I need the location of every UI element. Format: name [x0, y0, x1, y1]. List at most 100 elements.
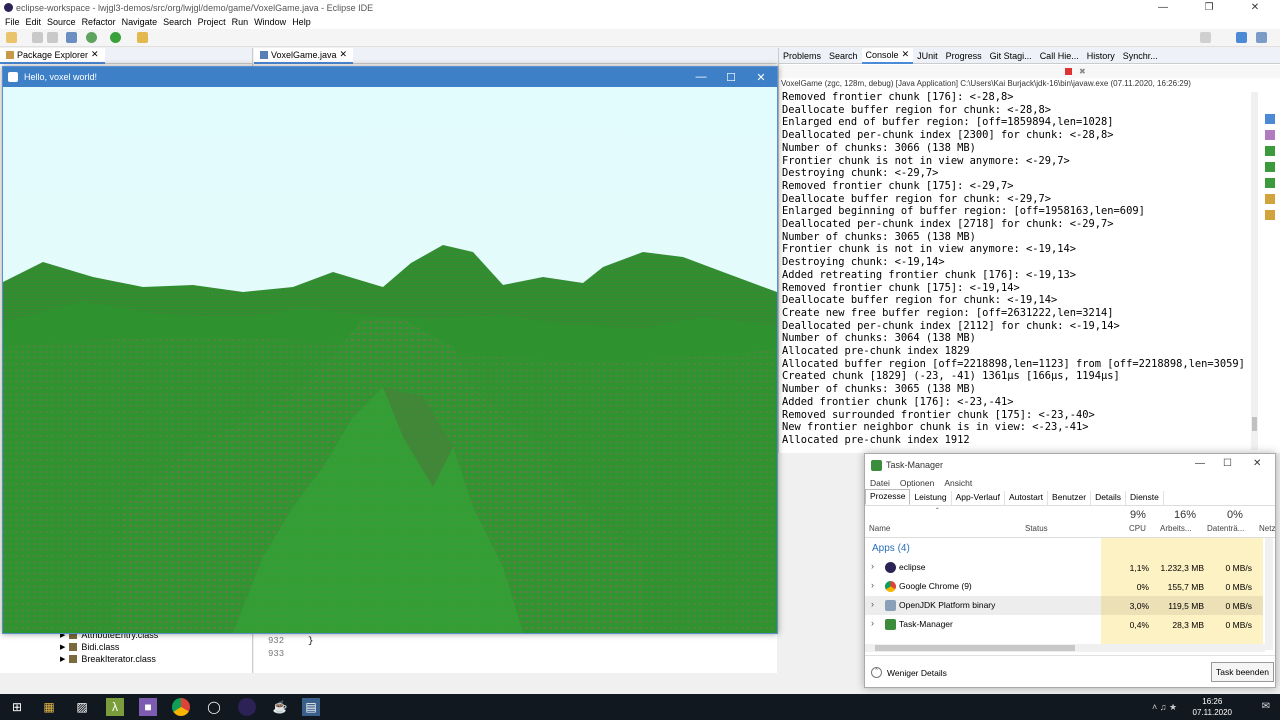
task-manager-icon[interactable]: ▤: [302, 698, 320, 716]
end-task-button[interactable]: Task beenden: [1211, 662, 1274, 682]
open-type-icon[interactable]: [137, 32, 148, 43]
horizontal-scrollbar[interactable]: [865, 644, 1265, 652]
terminal-icon[interactable]: ▨: [73, 698, 91, 716]
tab-search[interactable]: Search: [825, 48, 862, 64]
remove-launch-icon[interactable]: ✖: [1079, 67, 1086, 76]
tree-item[interactable]: ▶ BreakIterator.class: [60, 654, 156, 664]
column-memory[interactable]: Arbeits...: [1160, 524, 1192, 533]
terminal-icon[interactable]: [66, 32, 77, 43]
console-scrollbar[interactable]: [1251, 92, 1258, 450]
terminate-icon[interactable]: [1065, 68, 1072, 75]
menu-navigate[interactable]: Navigate: [122, 17, 158, 27]
lambda-app-icon[interactable]: λ: [106, 698, 124, 716]
menu-ansicht[interactable]: Ansicht: [944, 478, 972, 488]
tab-progress[interactable]: Progress: [942, 48, 986, 64]
chevron-right-icon[interactable]: ▶: [60, 643, 65, 651]
chevron-up-icon[interactable]: ˆ: [871, 667, 882, 678]
tab-benutzer[interactable]: Benutzer: [1048, 491, 1092, 505]
table-row[interactable]: › Task-Manager 0,4% 28,3 MB 0 MB/s: [865, 615, 1263, 634]
task-manager-titlebar[interactable]: Task-Manager — ☐ ✕: [865, 454, 1275, 476]
tab-junit[interactable]: JUnit: [913, 48, 942, 64]
maximize-icon[interactable]: ☐: [1223, 458, 1232, 469]
table-row-selected[interactable]: › OpenJDK Platform binary 3,0% 119,5 MB …: [865, 596, 1263, 615]
game-window[interactable]: Hello, voxel world! — ☐ ✕: [2, 66, 778, 634]
tab-details[interactable]: Details: [1091, 491, 1127, 505]
tree-item[interactable]: ▶ Bidi.class: [60, 642, 119, 652]
eclipse-icon[interactable]: [238, 698, 256, 716]
save-all-icon[interactable]: [47, 32, 58, 43]
apps-group-label[interactable]: Apps (4): [872, 543, 910, 554]
column-disk[interactable]: Datenträ...: [1207, 524, 1244, 533]
column-network[interactable]: Netz: [1259, 524, 1275, 533]
maximize-icon[interactable]: ☐: [716, 67, 746, 87]
breakpoints-icon[interactable]: [1265, 162, 1275, 172]
tab-synchronize[interactable]: Synchr...: [1119, 48, 1162, 64]
minimize-icon[interactable]: —: [686, 67, 716, 87]
java-icon[interactable]: [1265, 146, 1275, 156]
close-tab-icon[interactable]: ✕: [91, 49, 99, 60]
menu-file[interactable]: File: [5, 17, 20, 27]
chevron-right-icon[interactable]: ›: [871, 618, 874, 628]
chevron-right-icon[interactable]: ›: [871, 599, 874, 609]
column-name[interactable]: Name: [869, 524, 890, 533]
tab-dienste[interactable]: Dienste: [1126, 491, 1164, 505]
table-row[interactable]: › Google Chrome (9) 0% 155,7 MB 0 MB/s: [865, 577, 1263, 596]
debug-perspective-icon[interactable]: [1256, 32, 1267, 43]
tab-history[interactable]: History: [1083, 48, 1119, 64]
voxel-terrain-scene[interactable]: [3, 87, 777, 633]
menu-project[interactable]: Project: [198, 17, 226, 27]
minimize-icon[interactable]: —: [1195, 458, 1205, 469]
debug-icon[interactable]: [86, 32, 97, 43]
horizontal-scroll-thumb[interactable]: [875, 645, 1075, 651]
tab-app-verlauf[interactable]: App-Verlauf: [952, 491, 1005, 505]
save-disk-icon[interactable]: ■: [139, 698, 157, 716]
column-status[interactable]: Status: [1025, 524, 1048, 533]
menu-edit[interactable]: Edit: [26, 17, 42, 27]
menu-window[interactable]: Window: [254, 17, 286, 27]
sort-arrow-icon[interactable]: ˆ: [936, 507, 939, 516]
chrome-icon[interactable]: [172, 698, 190, 716]
console-output[interactable]: Removed frontier chunk [176]: <-28,8> Dea…: [782, 91, 1252, 447]
menu-optionen[interactable]: Optionen: [900, 478, 935, 488]
menu-help[interactable]: Help: [292, 17, 311, 27]
tab-prozesse[interactable]: Prozesse: [865, 489, 911, 505]
vertical-scrollbar[interactable]: [1265, 538, 1273, 650]
tab-console[interactable]: Console ✕: [861, 47, 914, 64]
obs-icon[interactable]: ◯: [205, 698, 223, 716]
windows-start-icon[interactable]: ⊞: [8, 698, 26, 716]
variables-icon[interactable]: [1265, 178, 1275, 188]
tab-autostart[interactable]: Autostart: [1005, 491, 1049, 505]
code-line[interactable]: }: [308, 636, 313, 646]
tab-git-staging[interactable]: Git Stagi...: [986, 48, 1036, 64]
tab-package-explorer[interactable]: Package Explorer ✕: [0, 47, 105, 64]
console-scroll-thumb[interactable]: [1252, 417, 1257, 431]
tab-call-hierarchy[interactable]: Call Hie...: [1036, 48, 1083, 64]
maximize-icon[interactable]: ❐: [1186, 0, 1232, 15]
expressions-icon[interactable]: [1265, 194, 1275, 204]
notification-icon[interactable]: ✉: [1262, 701, 1270, 712]
outline-icon[interactable]: [1265, 114, 1275, 124]
system-tray-icons[interactable]: ˄ ♫ ★: [1152, 702, 1177, 713]
chevron-right-icon[interactable]: ›: [871, 580, 874, 590]
tab-leistung[interactable]: Leistung: [910, 491, 952, 505]
clock[interactable]: 16:26 07.11.2020: [1193, 696, 1232, 718]
menu-search[interactable]: Search: [163, 17, 192, 27]
close-tab-icon[interactable]: ✕: [340, 49, 348, 60]
close-icon[interactable]: ✕: [746, 67, 776, 87]
close-tab-icon[interactable]: ✕: [902, 49, 910, 60]
game-viewport[interactable]: [3, 87, 777, 633]
java-perspective-icon[interactable]: [1236, 32, 1247, 43]
close-icon[interactable]: ✕: [1232, 0, 1278, 15]
table-row[interactable]: › eclipse 1,1% 1.232,3 MB 0 MB/s: [865, 558, 1263, 577]
menu-datei[interactable]: Datei: [870, 478, 890, 488]
close-icon[interactable]: ✕: [1253, 458, 1261, 469]
tab-voxelgame-java[interactable]: VoxelGame.java ✕: [254, 47, 354, 64]
minimize-icon[interactable]: —: [1140, 0, 1186, 15]
java-app-icon[interactable]: ☕: [271, 698, 289, 716]
column-cpu[interactable]: CPU: [1129, 524, 1146, 533]
menu-source[interactable]: Source: [47, 17, 76, 27]
task-manager-window[interactable]: Task-Manager — ☐ ✕ Datei Optionen Ansich…: [864, 453, 1276, 688]
menu-run[interactable]: Run: [232, 17, 249, 27]
task-list-icon[interactable]: [1265, 130, 1275, 140]
save-icon[interactable]: [32, 32, 43, 43]
